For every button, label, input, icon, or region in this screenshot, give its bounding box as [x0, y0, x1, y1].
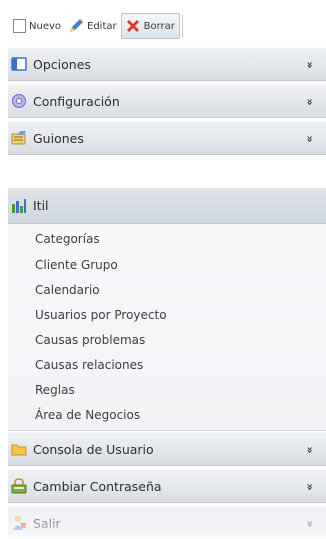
key-lock-icon [11, 478, 27, 494]
pencil-icon [68, 18, 84, 34]
edit-button[interactable]: Editar [65, 12, 121, 40]
section-label: Configuración [33, 93, 120, 109]
chevron-double-down-icon[interactable]: » [304, 479, 317, 493]
section-header-configuracion[interactable]: Configuración » [8, 84, 326, 118]
section-header-consola-de-usuario[interactable]: Consola de Usuario » [8, 432, 326, 466]
section-label: Consola de Usuario [33, 441, 154, 457]
window-icon [11, 57, 27, 71]
chevron-double-down-icon[interactable]: » [304, 131, 317, 145]
delete-label: Borrar [143, 20, 175, 32]
section-label: Salir [33, 515, 61, 531]
new-label: Nuevo [29, 20, 62, 32]
delete-button[interactable]: Borrar [120, 13, 180, 39]
submenu-item[interactable]: Causas relaciones [35, 354, 143, 376]
chevron-double-down-icon[interactable]: » [304, 442, 317, 456]
bar-chart-icon [12, 198, 26, 213]
user-exit-icon [13, 516, 26, 530]
gear-icon [12, 94, 26, 108]
itil-submenu: Categorías Cliente Grupo Calendario Usua… [8, 224, 326, 431]
section-label: Opciones [33, 56, 91, 72]
section-label: Guiones [33, 130, 84, 146]
chevron-double-down-icon[interactable]: » [304, 57, 317, 71]
submenu-item[interactable]: Área de Negocios [35, 404, 140, 426]
section-header-itil[interactable]: Itil [8, 187, 326, 224]
submenu-item[interactable]: Causas problemas [35, 329, 145, 351]
folder-icon [11, 444, 27, 456]
new-document-icon [13, 19, 26, 33]
new-button[interactable]: Nuevo [10, 12, 65, 40]
submenu-item[interactable]: Usuarios por Proyecto [35, 304, 167, 326]
submenu-item[interactable]: Categorías [35, 228, 100, 250]
section-header-opciones[interactable]: Opciones » [8, 47, 326, 81]
section-header-salir[interactable]: Salir » [8, 506, 326, 539]
section-label: Itil [33, 198, 49, 213]
submenu-item[interactable]: Cliente Grupo [35, 254, 118, 276]
script-icon [11, 131, 26, 145]
submenu-item[interactable]: Calendario [35, 279, 100, 301]
navigation-panel: Nuevo Editar Borrar Opciones » Configura… [0, 0, 326, 539]
chevron-double-down-icon[interactable]: » [304, 516, 317, 530]
submenu-item[interactable]: Reglas [35, 379, 75, 401]
edit-label: Editar [87, 20, 117, 32]
chevron-double-down-icon[interactable]: » [304, 94, 317, 108]
section-header-guiones[interactable]: Guiones » [8, 121, 326, 155]
section-header-cambiar-contrasena[interactable]: Cambiar Contraseña » [8, 469, 326, 503]
toolbar: Nuevo Editar Borrar [10, 10, 276, 42]
section-label: Cambiar Contraseña [33, 478, 162, 494]
toolbar-divider [181, 15, 183, 37]
red-x-icon [125, 18, 141, 34]
